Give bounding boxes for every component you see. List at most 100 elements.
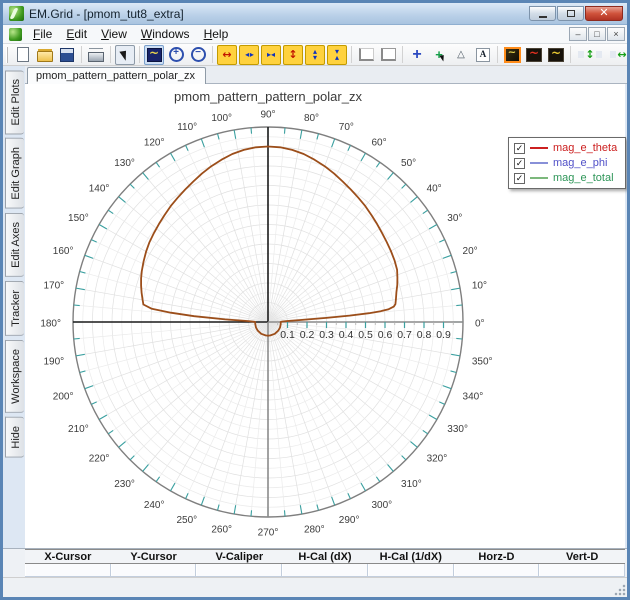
mdi-close-button[interactable]: × bbox=[607, 27, 625, 41]
toolbar-separator bbox=[570, 46, 571, 63]
legend-checkbox-mag_e_phi[interactable]: ✓ bbox=[514, 157, 525, 169]
crosshair-icon[interactable] bbox=[407, 45, 427, 65]
angle-label: 120° bbox=[144, 137, 165, 148]
legend-checkbox-mag_e_theta[interactable]: ✓ bbox=[514, 142, 525, 154]
expand-y-icon[interactable] bbox=[283, 44, 303, 65]
restore-button[interactable] bbox=[557, 6, 584, 21]
arrows-y-icon[interactable] bbox=[305, 44, 325, 65]
minimize-button[interactable] bbox=[529, 6, 556, 21]
chart-legend: ✓ mag_e_theta ✓ mag_e_phi ✓ mag_e_total bbox=[508, 137, 627, 189]
document-tab-bar: pmom_pattern_pattern_polar_zx bbox=[25, 66, 627, 84]
readout-header-2: V-Caliper bbox=[215, 550, 264, 563]
angle-tick bbox=[283, 127, 286, 134]
legend-checkbox-mag_e_total[interactable]: ✓ bbox=[514, 172, 525, 184]
angle-label: 110° bbox=[177, 122, 197, 133]
zoom-in-icon[interactable] bbox=[166, 45, 186, 65]
grid-radial-line bbox=[79, 271, 269, 323]
toolbar: Layout bbox=[3, 44, 627, 66]
sidebar-tab-hide[interactable]: Hide bbox=[5, 416, 24, 458]
legend-label: mag_e_phi bbox=[553, 157, 608, 169]
angle-tick bbox=[185, 493, 189, 499]
angle-tick bbox=[422, 429, 429, 435]
angle-tick bbox=[118, 196, 126, 203]
close-button[interactable]: ✕ bbox=[585, 6, 623, 21]
angle-label: 220° bbox=[89, 454, 110, 465]
new-document-icon[interactable] bbox=[13, 45, 33, 65]
text-annotation-icon[interactable] bbox=[473, 45, 493, 65]
grid-radial-line bbox=[217, 321, 269, 511]
sidebar-tab-edit-axes[interactable]: Edit Axes bbox=[5, 213, 24, 277]
open-file-icon[interactable] bbox=[35, 45, 55, 65]
angle-label: 330° bbox=[447, 424, 468, 435]
angle-tick bbox=[185, 145, 189, 151]
curve-red-icon[interactable] bbox=[524, 45, 544, 65]
readout-value-row bbox=[25, 564, 626, 577]
frame-corner-icon[interactable] bbox=[356, 45, 376, 65]
menu-help[interactable]: Help bbox=[197, 26, 236, 42]
arrows-x-icon[interactable] bbox=[239, 44, 259, 65]
pointer-icon[interactable] bbox=[115, 44, 135, 65]
legend-row-mag_e_theta: ✓ mag_e_theta bbox=[514, 142, 617, 154]
mdi-minimize-button[interactable]: – bbox=[569, 27, 587, 41]
angle-tick bbox=[107, 429, 114, 435]
pan-zoom-icon[interactable] bbox=[144, 44, 164, 65]
angle-label: 260° bbox=[211, 524, 232, 535]
save-icon[interactable] bbox=[57, 45, 77, 65]
title-bar: EM.Grid - [pmom_tut8_extra] ✕ bbox=[3, 3, 627, 25]
angle-tick bbox=[79, 370, 86, 374]
angle-tick bbox=[387, 172, 394, 180]
angle-label: 130° bbox=[114, 158, 135, 169]
angle-tick bbox=[456, 304, 463, 307]
zoom-out-icon[interactable] bbox=[188, 45, 208, 65]
frame-box-icon[interactable] bbox=[378, 45, 398, 65]
print-icon[interactable] bbox=[86, 45, 106, 65]
angle-tick bbox=[73, 337, 80, 340]
spacing-horizontal-icon[interactable] bbox=[607, 45, 627, 65]
expand-x-icon[interactable] bbox=[217, 44, 237, 65]
angle-tick bbox=[216, 133, 220, 140]
toolbar-grip[interactable] bbox=[6, 46, 8, 63]
readout-header-0: X-Cursor bbox=[44, 550, 92, 563]
sidebar-tab-strip: Edit Plots Edit Graph Edit Axes Tracker Work… bbox=[3, 66, 25, 548]
toolbar-separator bbox=[351, 46, 352, 63]
resize-grip[interactable] bbox=[614, 584, 626, 596]
tracker-cursor-icon[interactable] bbox=[429, 45, 449, 65]
angle-tick bbox=[360, 482, 366, 492]
sidebar-tab-edit-graph[interactable]: Edit Graph bbox=[5, 138, 24, 210]
menu-view[interactable]: View bbox=[94, 26, 134, 42]
chart-panel: pmom_pattern_pattern_polar_zx 0° 10° 20° 30°… bbox=[25, 84, 627, 548]
mdi-document-icon[interactable] bbox=[9, 27, 22, 41]
angle-tick bbox=[451, 353, 461, 357]
plot-highlight-icon[interactable] bbox=[502, 45, 522, 65]
legend-line-sample bbox=[530, 177, 548, 179]
angle-tick bbox=[299, 505, 303, 515]
angle-label: 90° bbox=[260, 110, 275, 121]
mdi-restore-button[interactable]: □ bbox=[588, 27, 606, 41]
menu-file[interactable]: File bbox=[26, 26, 59, 42]
toolbar-separator bbox=[402, 46, 403, 63]
angle-tick bbox=[450, 370, 457, 374]
readout-cell-4 bbox=[367, 564, 454, 576]
menu-windows[interactable]: Windows bbox=[134, 26, 197, 42]
compress-y-icon[interactable] bbox=[327, 44, 347, 65]
sidebar-tab-edit-plots[interactable]: Edit Plots bbox=[5, 70, 24, 135]
angle-tick bbox=[410, 196, 418, 203]
menu-edit[interactable]: Edit bbox=[59, 26, 94, 42]
sidebar-tab-tracker[interactable]: Tracker bbox=[5, 280, 24, 336]
angle-label: 290° bbox=[339, 515, 360, 526]
angle-label: 340° bbox=[463, 391, 484, 402]
toolbar-separator bbox=[497, 46, 498, 63]
angle-tick bbox=[73, 304, 80, 307]
compress-x-icon[interactable] bbox=[261, 44, 281, 65]
curve-yellow-icon[interactable] bbox=[546, 45, 566, 65]
caliper-triangle-icon[interactable] bbox=[451, 45, 471, 65]
angle-label: 180° bbox=[40, 319, 61, 330]
spacing-vertical-icon[interactable] bbox=[575, 45, 605, 65]
readout-header-4: H-Cal (1/dX) bbox=[379, 550, 442, 563]
angle-tick bbox=[387, 464, 394, 472]
window-title: EM.Grid - [pmom_tut8_extra] bbox=[29, 6, 184, 21]
sidebar-tab-workspace[interactable]: Workspace bbox=[5, 339, 24, 413]
readout-header-3: H-Cal (dX) bbox=[298, 550, 352, 563]
document-tab[interactable]: pmom_pattern_pattern_polar_zx bbox=[27, 67, 206, 84]
status-bar bbox=[3, 577, 627, 597]
